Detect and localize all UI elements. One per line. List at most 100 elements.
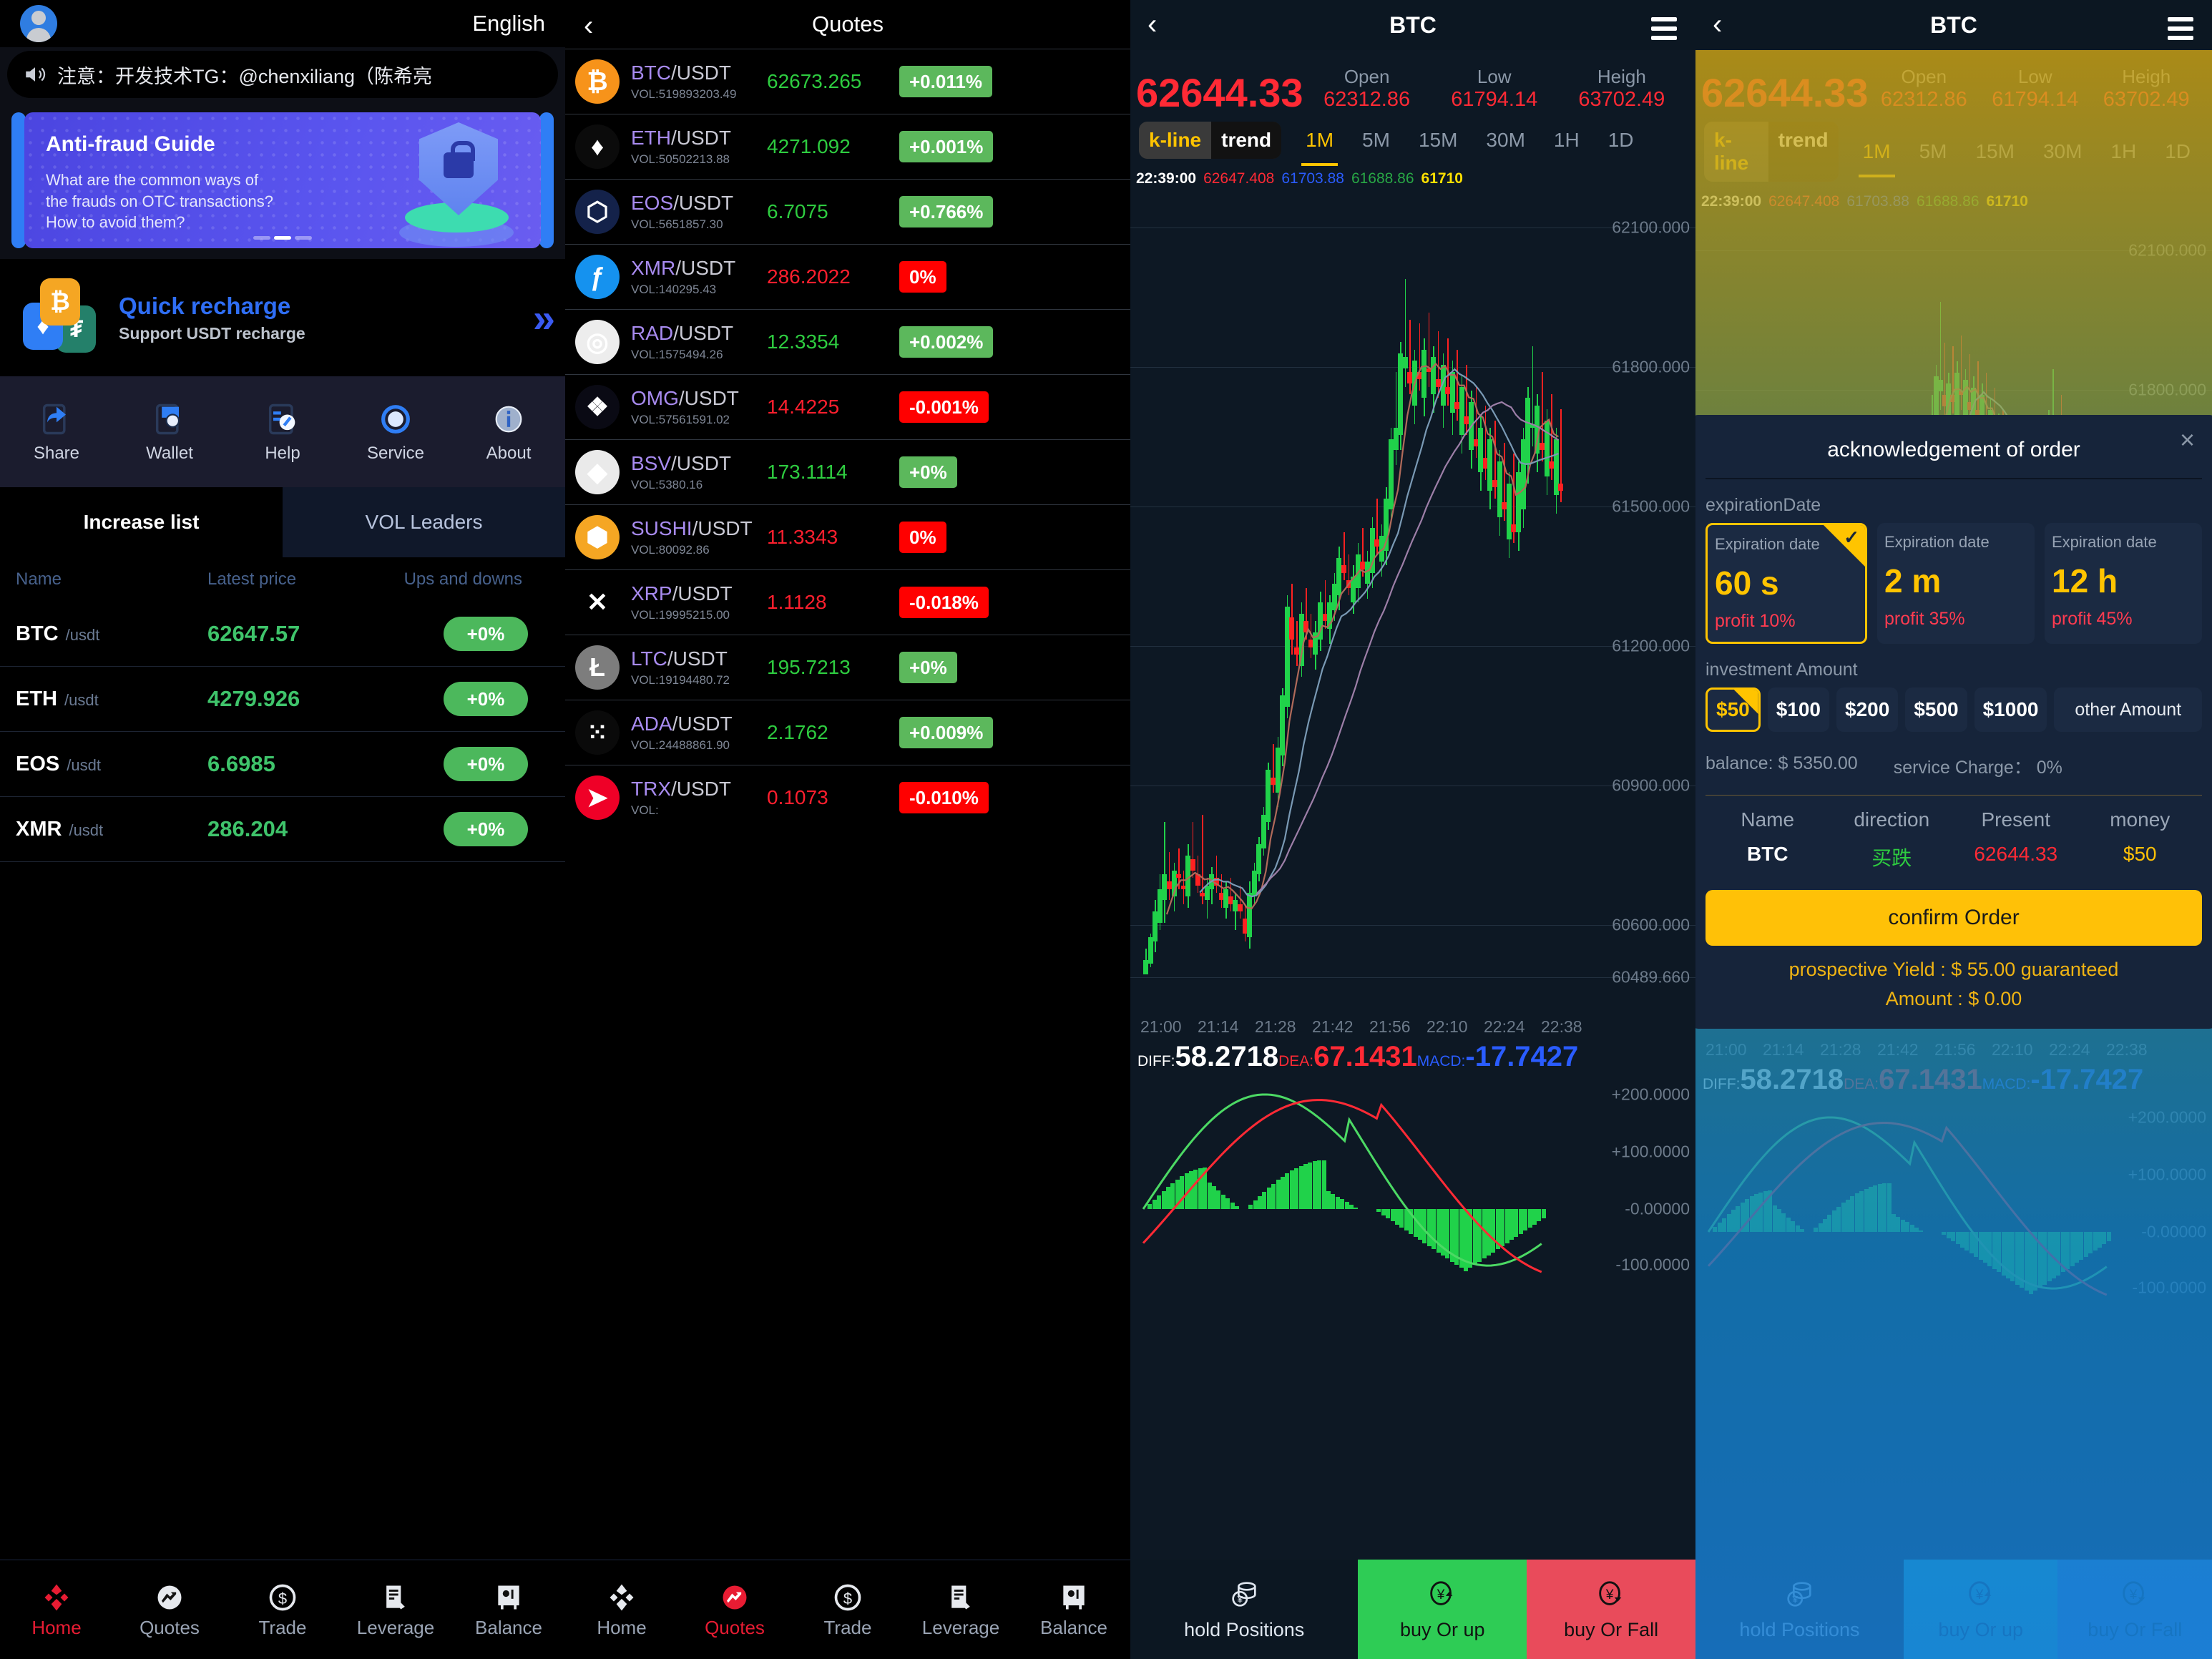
hamburger-menu-icon[interactable] bbox=[1651, 17, 1677, 45]
tab-1h[interactable]: 1H bbox=[2096, 136, 2150, 167]
list-item[interactable]: ◎ RAD/USDT VOL:1575494.26 12.3354 +0.002% bbox=[565, 309, 1130, 374]
buy-up-button[interactable]: ¥ buy Or up bbox=[1358, 1560, 1527, 1659]
x-axis-tick: 21:14 bbox=[1763, 1040, 1804, 1059]
quick-action-help[interactable]: Help bbox=[240, 401, 326, 464]
list-item[interactable]: ⬢ SUSHI/USDT VOL:80092.86 11.3343 0% bbox=[565, 504, 1130, 569]
quick-action-wallet[interactable]: Wallet bbox=[127, 401, 212, 464]
pair-name: RAD/USDT bbox=[631, 322, 734, 344]
expiration-value: 12 h bbox=[2052, 562, 2118, 600]
amount-option-50[interactable]: $50 bbox=[1706, 687, 1761, 732]
tab-15m[interactable]: 15M bbox=[1961, 136, 2028, 167]
sidebar-item-trade[interactable]: $ Trade bbox=[791, 1581, 904, 1639]
buy-fall-button[interactable]: ¥ buy Or Fall bbox=[1527, 1560, 1695, 1659]
page-title: BTC bbox=[1389, 11, 1437, 38]
x-axis-tick: 22:10 bbox=[1426, 1017, 1468, 1036]
pair-change: +0% bbox=[899, 456, 957, 488]
banner-next-peek[interactable] bbox=[539, 112, 554, 248]
quick-action-share[interactable]: Share bbox=[14, 401, 99, 464]
tab-1h[interactable]: 1H bbox=[1540, 124, 1594, 156]
list-item[interactable]: ◆ BSV/USDT VOL:5380.16 173.1114 +0% bbox=[565, 439, 1130, 504]
pair-volume: VOL:5651857.30 bbox=[631, 217, 723, 231]
row-symbol-text: XMR bbox=[16, 817, 62, 841]
list-item[interactable]: ♦ ETH/USDT VOL:50502213.88 4271.092 +0.001% bbox=[565, 114, 1130, 179]
amount-option-200[interactable]: $200 bbox=[1836, 687, 1899, 732]
amount-option-1000[interactable]: $1000 bbox=[1974, 687, 2047, 732]
back-icon[interactable]: ‹ bbox=[1147, 9, 1157, 41]
other-amount-input[interactable]: other Amount bbox=[2054, 687, 2202, 732]
list-item[interactable]: ⬡ EOS/USDT VOL:5651857.30 6.7075 +0.766% bbox=[565, 179, 1130, 244]
tab-1d[interactable]: 1D bbox=[1594, 124, 1648, 156]
mode-kline[interactable]: k-line bbox=[1139, 122, 1212, 159]
back-icon[interactable]: ‹ bbox=[584, 10, 593, 42]
tab-1m[interactable]: 1M bbox=[1291, 124, 1348, 166]
quick-recharge-row[interactable]: ₿ ♦ ₮ Quick recharge Support USDT rechar… bbox=[0, 259, 565, 376]
expiration-option-60s[interactable]: Expiration date 60 s profit 10% bbox=[1706, 523, 1867, 644]
tab-30m[interactable]: 30M bbox=[2029, 136, 2096, 167]
list-item[interactable]: ₿ BTC/USDT VOL:519893203.49 62673.265 +0.011… bbox=[565, 49, 1130, 114]
sidebar-item-home[interactable]: Home bbox=[565, 1581, 678, 1639]
sidebar-item-leverage[interactable]: Leverage bbox=[904, 1581, 1017, 1639]
back-icon[interactable]: ‹ bbox=[1713, 9, 1722, 41]
amount-option-500[interactable]: $500 bbox=[1905, 687, 1967, 732]
sidebar-item-home[interactable]: Home bbox=[0, 1581, 113, 1639]
chart-header: ‹ BTC bbox=[1130, 0, 1695, 50]
table-row[interactable]: ETH/usdt 4279.926 +0% bbox=[0, 667, 565, 732]
list-item[interactable]: ƒ XMR/USDT VOL:140295.43 286.2022 0% bbox=[565, 244, 1130, 309]
banner-prev-peek[interactable] bbox=[11, 112, 26, 248]
coin-icon: ⁙ bbox=[575, 710, 620, 755]
sidebar-item-quotes[interactable]: Quotes bbox=[678, 1581, 791, 1639]
tab-1d[interactable]: 1D bbox=[2150, 136, 2205, 167]
tab-5m[interactable]: 5M bbox=[1905, 136, 1962, 167]
banner-anti-fraud[interactable]: Anti-fraud Guide What are the common way… bbox=[24, 112, 541, 248]
expiration-option-2m[interactable]: Expiration date 2 m profit 35% bbox=[1877, 523, 2035, 644]
row-price: 286.204 bbox=[207, 816, 288, 841]
avatar[interactable] bbox=[20, 5, 57, 42]
list-item[interactable]: ✕ XRP/USDT VOL:19995215.00 1.1128 -0.018% bbox=[565, 569, 1130, 635]
quick-action-service[interactable]: Service bbox=[353, 401, 439, 464]
expiration-option-12h[interactable]: Expiration date 12 h profit 45% bbox=[2045, 523, 2202, 644]
yen-up-icon: ¥ bbox=[1964, 1578, 1997, 1615]
list-item[interactable]: ❖ OMG/USDT VOL:57561591.02 14.4225 -0.001% bbox=[565, 374, 1130, 439]
quick-action-about[interactable]: About bbox=[466, 401, 552, 464]
hold-positions-button[interactable]: ¥ hold Positions bbox=[1130, 1560, 1359, 1659]
sidebar-item-quotes[interactable]: Quotes bbox=[113, 1581, 226, 1639]
sidebar-item-trade[interactable]: $ Trade bbox=[226, 1581, 339, 1639]
tab-increase-list[interactable]: Increase list bbox=[0, 487, 283, 557]
hold-positions-button[interactable]: ¥ hold Positions bbox=[1695, 1560, 1904, 1659]
mode-trend[interactable]: trend bbox=[1768, 122, 1839, 182]
list-item[interactable]: Ł LTC/USDT VOL:19194480.72 195.7213 +0% bbox=[565, 635, 1130, 700]
table-row[interactable]: XMR/usdt 286.204 +0% bbox=[0, 797, 565, 862]
tab-5m[interactable]: 5M bbox=[1348, 124, 1404, 156]
tab-30m[interactable]: 30M bbox=[1472, 124, 1539, 156]
confirm-order-button[interactable]: confirm Order bbox=[1706, 890, 2202, 946]
sidebar-item-balance[interactable]: Balance bbox=[452, 1581, 565, 1639]
sidebar-item-leverage[interactable]: Leverage bbox=[339, 1581, 452, 1639]
sidebar-item-balance[interactable]: Balance bbox=[1017, 1581, 1130, 1639]
mode-trend[interactable]: trend bbox=[1211, 122, 1282, 159]
pair-change: +0.766% bbox=[899, 196, 994, 227]
carousel-dots[interactable] bbox=[253, 236, 312, 240]
table-row[interactable]: EOS/usdt 6.6985 +0% bbox=[0, 732, 565, 797]
notice-pill[interactable]: 注意：开发技术TG：@chenxiliang（陈希亮 bbox=[7, 51, 558, 98]
chart-mode-toggle[interactable]: k-line trend bbox=[1139, 122, 1282, 159]
pair-volume: VOL:519893203.49 bbox=[631, 87, 737, 101]
buy-fall-button[interactable]: ¥ buy Or Fall bbox=[2057, 1560, 2212, 1659]
tab-vol-leaders[interactable]: VOL Leaders bbox=[283, 487, 565, 557]
close-icon[interactable]: × bbox=[2180, 425, 2195, 455]
quotes-list[interactable]: ₿ BTC/USDT VOL:519893203.49 62673.265 +0.011… bbox=[565, 49, 1130, 1560]
tab-15m[interactable]: 15M bbox=[1404, 124, 1472, 156]
chart-mode-toggle[interactable]: k-line trend bbox=[1704, 122, 1839, 182]
buy-up-button[interactable]: ¥ buy Or up bbox=[1903, 1560, 2058, 1659]
hamburger-menu-icon[interactable] bbox=[2168, 17, 2193, 45]
language-selector[interactable]: English bbox=[472, 11, 545, 36]
banner-carousel[interactable]: Anti-fraud Guide What are the common way… bbox=[0, 102, 565, 259]
candlestick-chart[interactable]: 62100.00061800.00061500.00061200.0006090… bbox=[1130, 192, 1695, 1014]
pair-block: EOS/USDT VOL:5651857.30 bbox=[631, 192, 767, 232]
list-item[interactable]: ⁙ ADA/USDT VOL:24488861.90 2.1762 +0.009% bbox=[565, 700, 1130, 765]
amount-option-100[interactable]: $100 bbox=[1767, 687, 1830, 732]
mode-kline[interactable]: k-line bbox=[1704, 122, 1768, 182]
tab-1m[interactable]: 1M bbox=[1849, 136, 1905, 177]
table-row[interactable]: BTC/usdt 62647.57 +0% bbox=[0, 602, 565, 667]
chevron-right-icon[interactable]: » bbox=[533, 295, 555, 341]
list-item[interactable]: ➤ TRX/USDT VOL: 0.1073 -0.010% bbox=[565, 765, 1130, 830]
